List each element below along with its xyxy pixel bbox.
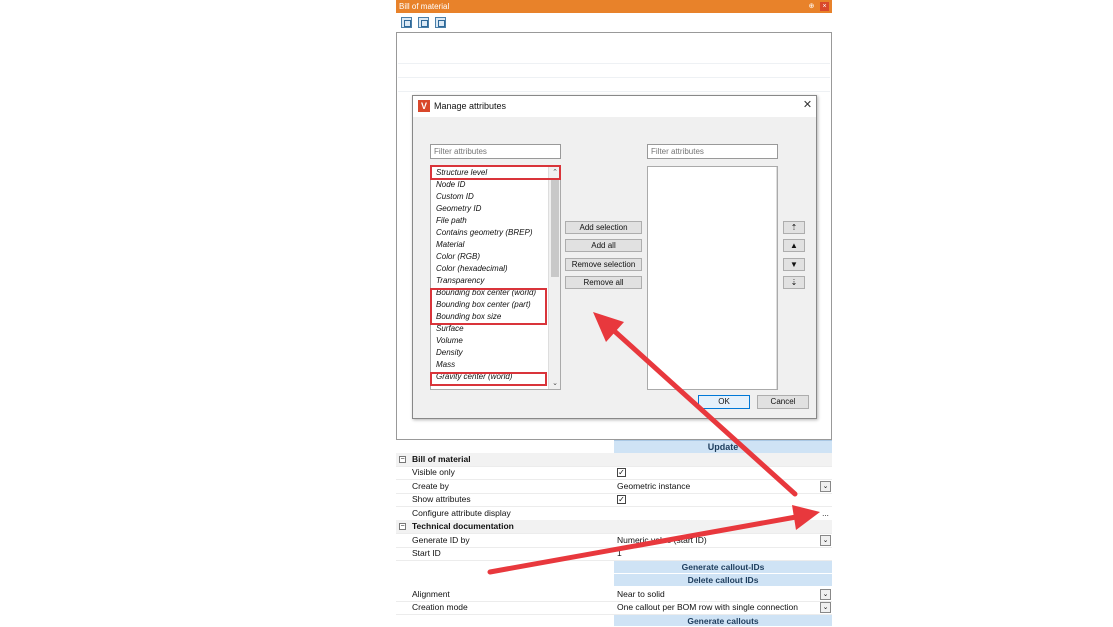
close-icon[interactable]: ✕ — [801, 99, 814, 112]
collapse-icon[interactable]: − — [399, 523, 406, 530]
visible-only-checkbox[interactable]: ✓ — [617, 468, 626, 477]
move-top-button[interactable]: ⇡ — [783, 221, 805, 234]
prop-label: Visible only — [412, 467, 455, 477]
manage-attributes-dialog: V Manage attributes ✕ Structure level No… — [412, 95, 817, 419]
add-all-button[interactable]: Add all — [565, 239, 642, 252]
move-bottom-button[interactable]: ⇣ — [783, 276, 805, 289]
prop-creation-mode: Creation mode One callout per BOM row wi… — [396, 601, 832, 615]
highlight-bounding-box-group — [430, 288, 547, 325]
grid-line — [398, 77, 830, 78]
available-attributes-list[interactable]: Structure level Node ID Custom ID Geomet… — [430, 166, 561, 390]
list-item[interactable]: Node ID — [436, 179, 465, 191]
list-item[interactable]: Geometry ID — [436, 203, 481, 215]
chevron-down-icon[interactable]: ⌄ — [820, 535, 831, 546]
alignment-value[interactable]: Near to solid — [617, 588, 665, 602]
remove-selection-button[interactable]: Remove selection — [565, 258, 642, 271]
list-item[interactable]: Material — [436, 239, 464, 251]
prop-visible-only: Visible only ✓ — [396, 466, 832, 480]
chevron-down-icon[interactable]: ⌄ — [820, 481, 831, 492]
list-divider — [776, 167, 777, 389]
list-scrollbar[interactable]: ⌃ ⌄ — [548, 167, 560, 389]
scroll-thumb[interactable] — [551, 179, 559, 277]
prop-label: Configure attribute display — [412, 508, 511, 518]
list-item[interactable]: Transparency — [436, 275, 484, 287]
cancel-button[interactable]: Cancel — [757, 395, 809, 409]
chevron-down-icon[interactable]: ⌄ — [820, 602, 831, 613]
close-icon[interactable]: × — [820, 2, 829, 11]
panel-toolbar — [396, 16, 832, 30]
prop-generate-id-by: Generate ID by Numeric value (start ID) … — [396, 534, 832, 548]
delete-callout-ids-button[interactable]: Delete callout IDs — [614, 574, 832, 587]
copy-icon[interactable] — [401, 17, 412, 28]
add-selection-button[interactable]: Add selection — [565, 221, 642, 234]
prop-alignment: Alignment Near to solid ⌄ — [396, 588, 832, 602]
dialog-title: Manage attributes — [434, 101, 507, 111]
prop-label: Create by — [412, 481, 449, 491]
list-item[interactable]: File path — [436, 215, 467, 227]
create-by-value[interactable]: Geometric instance — [617, 480, 690, 494]
update-button[interactable]: Update — [614, 440, 832, 453]
show-attributes-checkbox[interactable]: ✓ — [617, 495, 626, 504]
generate-id-by-value[interactable]: Numeric value (start ID) — [617, 534, 707, 548]
section-label: Technical documentation — [412, 521, 514, 531]
generate-callout-ids-button[interactable]: Generate callout-IDs — [614, 561, 832, 574]
collapse-icon[interactable]: − — [399, 456, 406, 463]
section-label: Bill of material — [412, 454, 471, 464]
highlight-structure-level — [430, 165, 561, 180]
highlight-gravity-center — [430, 372, 547, 386]
ok-button[interactable]: OK — [698, 395, 750, 409]
grid-line — [398, 91, 830, 92]
app-logo-icon: V — [418, 100, 430, 112]
scroll-down-icon[interactable]: ⌄ — [549, 378, 561, 389]
ellipsis-button[interactable]: ... — [820, 507, 831, 519]
list-item[interactable]: Custom ID — [436, 191, 474, 203]
list-item[interactable]: Color (hexadecimal) — [436, 263, 508, 275]
prop-configure-attribute-display: Configure attribute display ... — [396, 507, 832, 521]
refresh-icon[interactable] — [418, 17, 429, 28]
move-up-button[interactable]: ▲ — [783, 239, 805, 252]
fit-icon[interactable] — [435, 17, 446, 28]
section-bill-of-material[interactable]: − Bill of material — [396, 453, 832, 467]
pin-icon[interactable]: ⊕ — [807, 2, 816, 11]
remove-all-button[interactable]: Remove all — [565, 276, 642, 289]
left-filter-input[interactable] — [430, 144, 561, 159]
prop-label: Creation mode — [412, 602, 468, 612]
section-technical-documentation[interactable]: − Technical documentation — [396, 520, 832, 534]
generate-callouts-button[interactable]: Generate callouts — [614, 615, 832, 627]
selected-attributes-list[interactable] — [647, 166, 778, 390]
panel-titlebar: Bill of material ⊕ × — [396, 0, 832, 13]
chevron-down-icon[interactable]: ⌄ — [820, 589, 831, 600]
dialog-titlebar: V Manage attributes ✕ — [413, 96, 816, 117]
list-item[interactable]: Contains geometry (BREP) — [436, 227, 532, 239]
list-item[interactable]: Density — [436, 347, 463, 359]
panel-title: Bill of material — [399, 2, 450, 11]
right-filter-input[interactable] — [647, 144, 778, 159]
prop-label: Generate ID by — [412, 535, 470, 545]
start-id-value[interactable]: 1 — [617, 547, 622, 561]
prop-label: Start ID — [412, 548, 441, 558]
creation-mode-value[interactable]: One callout per BOM row with single conn… — [617, 601, 798, 615]
prop-show-attributes: Show attributes ✓ — [396, 493, 832, 507]
list-item[interactable]: Volume — [436, 335, 463, 347]
list-item[interactable]: Mass — [436, 359, 455, 371]
prop-start-id: Start ID 1 — [396, 547, 832, 561]
move-down-button[interactable]: ▼ — [783, 258, 805, 271]
prop-label: Show attributes — [412, 494, 471, 504]
prop-label: Alignment — [412, 589, 450, 599]
list-item[interactable]: Color (RGB) — [436, 251, 480, 263]
grid-line — [398, 63, 830, 64]
prop-create-by: Create by Geometric instance ⌄ — [396, 480, 832, 494]
